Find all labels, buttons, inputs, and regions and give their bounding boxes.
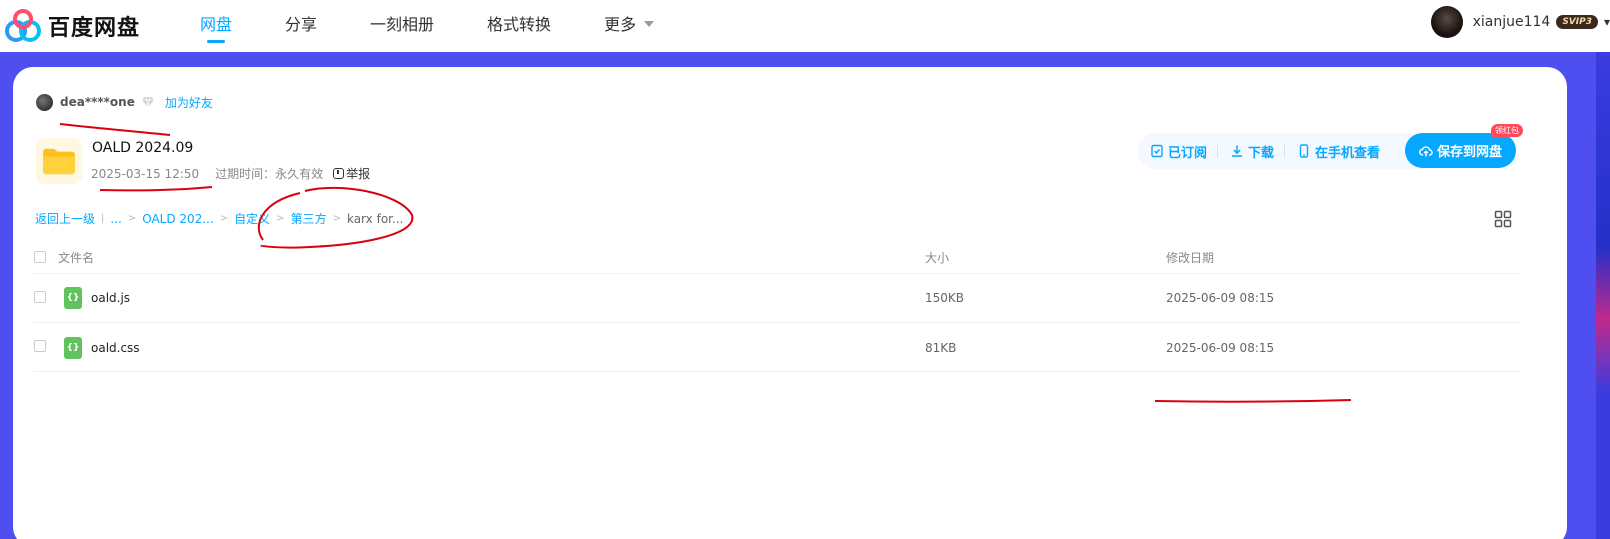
row-checkbox[interactable] <box>34 291 46 303</box>
phone-icon <box>1299 144 1309 158</box>
breadcrumb-item-custom[interactable]: 自定义 <box>234 210 270 227</box>
subscribed-button[interactable]: 已订阅 <box>1150 142 1217 161</box>
file-size: 81KB <box>925 341 957 355</box>
nav-item-netdisk[interactable]: 网盘 <box>200 0 232 52</box>
username[interactable]: xianjue114 <box>1473 14 1551 30</box>
breadcrumb-separator: > <box>332 213 341 224</box>
divider <box>1284 144 1286 158</box>
row-checkbox[interactable] <box>34 340 46 352</box>
file-modified: 2025-06-09 08:15 <box>1166 291 1275 305</box>
grid-view-icon[interactable] <box>1494 210 1512 228</box>
logo[interactable]: 百度网盘 <box>4 7 140 45</box>
top-navbar: 百度网盘 网盘 分享 一刻相册 格式转换 更多 xianjue114 SVIP3… <box>0 0 1610 52</box>
save-to-netdisk-button[interactable]: 保存到网盘 <box>1405 133 1516 168</box>
breadcrumb-ellipsis[interactable]: ... <box>110 212 121 226</box>
header-filename[interactable]: 文件名 <box>58 249 94 266</box>
code-file-icon: {} <box>64 337 82 359</box>
breadcrumb-separator: | <box>101 213 105 224</box>
avatar[interactable] <box>1430 6 1463 38</box>
subscribe-check-icon <box>1151 144 1163 158</box>
breadcrumb-separator: > <box>127 213 137 224</box>
file-name[interactable]: oald.js <box>91 291 130 305</box>
header-size[interactable]: 大小 <box>925 249 949 266</box>
breadcrumb: 返回上一级 | ... > OALD 202... > 自定义 > 第三方 > … <box>35 210 403 227</box>
sharer-info: dea****one 加为好友 <box>36 92 213 112</box>
chevron-down-icon[interactable]: ▾ <box>1604 15 1610 29</box>
action-bar: 已订阅 下载 在手机查看 <box>1138 133 1430 169</box>
main-nav: 网盘 分享 一刻相册 格式转换 更多 <box>200 0 707 52</box>
expiry-text: 过期时间：永久有效 <box>215 167 324 181</box>
diamond-icon <box>141 96 154 108</box>
download-icon <box>1232 145 1243 157</box>
file-modified: 2025-06-09 08:15 <box>1166 341 1275 355</box>
file-size: 150KB <box>925 291 965 305</box>
share-meta: 2025-03-15 12:50 过期时间：永久有效 举报 <box>91 165 370 182</box>
user-menu[interactable]: xianjue114 SVIP3 ▾ <box>1430 5 1610 39</box>
nav-more-label: 更多 <box>604 15 637 34</box>
divider <box>1217 144 1219 158</box>
select-all-checkbox[interactable] <box>34 251 46 263</box>
download-label: 下载 <box>1248 145 1275 161</box>
table-row[interactable]: {} oald.css 81KB 2025-06-09 08:15 <box>33 323 1521 372</box>
baidu-netdisk-logo-icon <box>5 9 41 42</box>
table-header: 文件名 大小 修改日期 <box>33 248 1521 274</box>
background-decoration <box>1596 52 1610 539</box>
chevron-down-icon <box>644 21 655 27</box>
report-label: 举报 <box>346 167 371 181</box>
download-button[interactable]: 下载 <box>1230 142 1284 161</box>
mobile-view-label: 在手机查看 <box>1315 145 1381 161</box>
red-packet-badge[interactable]: 领红包 <box>1491 124 1523 137</box>
file-name[interactable]: oald.css <box>91 341 140 355</box>
subscribed-label: 已订阅 <box>1168 145 1208 161</box>
report-button[interactable]: 举报 <box>333 165 370 182</box>
folder-icon <box>36 138 82 184</box>
code-file-icon: {} <box>64 287 82 309</box>
folder-title: OALD 2024.09 <box>92 140 194 156</box>
breadcrumb-separator: > <box>276 213 285 224</box>
cloud-upload-icon <box>1419 145 1433 156</box>
report-icon <box>333 168 345 179</box>
breadcrumb-current: karx for... <box>346 211 404 226</box>
breadcrumb-separator: > <box>219 213 229 224</box>
nav-item-more[interactable]: 更多 <box>604 0 655 52</box>
vip-badge: SVIP3 <box>1556 15 1598 29</box>
add-friend-link[interactable]: 加为好友 <box>165 94 213 111</box>
nav-item-album[interactable]: 一刻相册 <box>370 0 434 52</box>
share-date: 2025-03-15 12:50 <box>91 166 200 181</box>
breadcrumb-back[interactable]: 返回上一级 <box>35 210 95 227</box>
breadcrumb-item-oald[interactable]: OALD 202... <box>142 212 214 226</box>
logo-text: 百度网盘 <box>48 16 141 41</box>
mobile-view-button[interactable]: 在手机查看 <box>1297 142 1390 161</box>
share-card: dea****one 加为好友 OALD 2024.09 2025-03-15 … <box>13 67 1567 539</box>
breadcrumb-item-third-party[interactable]: 第三方 <box>291 210 327 227</box>
header-modified[interactable]: 修改日期 <box>1166 249 1214 266</box>
nav-item-format-convert[interactable]: 格式转换 <box>487 0 551 52</box>
save-label: 保存到网盘 <box>1436 145 1502 160</box>
table-row[interactable]: {} oald.js 150KB 2025-06-09 08:15 <box>33 274 1521 323</box>
sharer-avatar[interactable] <box>36 93 53 111</box>
nav-item-share[interactable]: 分享 <box>285 0 317 52</box>
sharer-name: dea****one <box>60 95 135 109</box>
